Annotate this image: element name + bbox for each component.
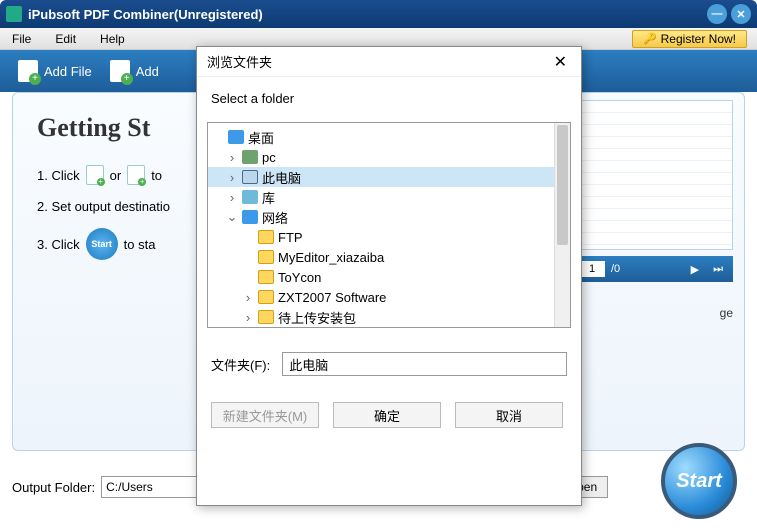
dialog-title: 浏览文件夹 [207,52,272,71]
expand-icon[interactable]: › [242,290,254,305]
step3-text-a: 3. Click [37,237,80,252]
add-folder-small-icon [127,165,145,185]
add-file-small-icon [86,165,104,185]
tree-node-label: 此电脑 [262,168,301,187]
expand-icon[interactable]: › [242,310,254,325]
add-folder-button[interactable]: Add [110,60,159,82]
merge-label: ge [573,306,733,320]
folder-icon [258,250,274,264]
folder-icon [242,190,258,204]
folder-field-label: 文件夹(F): [211,355,270,374]
menu-edit[interactable]: Edit [43,32,88,46]
close-window-button[interactable]: ✕ [731,4,751,24]
ok-button[interactable]: 确定 [333,402,441,428]
step2-text: 2. Set output destinatio [37,199,170,214]
register-button[interactable]: 🔑 Register Now! [632,30,747,48]
preview-lines [573,100,733,250]
add-file-icon [18,60,38,82]
tree-node-label: ToYcon [278,270,321,285]
page-total: /0 [611,263,620,275]
folder-icon [258,290,274,304]
scrollbar-thumb[interactable] [557,125,568,245]
folder-icon [242,210,258,224]
tree-scrollbar[interactable] [554,123,570,327]
folder-tree[interactable]: 桌面›pc›此电脑›库⌄网络FTPMyEditor_xiazaibaToYcon… [207,122,571,328]
tree-node[interactable]: › pc [208,147,570,167]
dialog-subtitle: Select a folder [197,77,581,116]
folder-icon [228,130,244,144]
play-icon[interactable]: ▶ [687,263,703,276]
folder-row: 文件夹(F): [197,334,581,376]
tree-node-label: pc [262,150,276,165]
folder-icon [242,170,258,184]
expand-icon[interactable]: › [226,190,238,205]
cancel-button[interactable]: 取消 [455,402,563,428]
tree-node-label: 库 [262,188,275,207]
register-label: Register Now! [661,32,736,46]
add-file-label: Add File [44,64,92,79]
tree-node[interactable]: ToYcon [208,267,570,287]
expand-icon[interactable]: › [226,150,238,165]
tree-node[interactable]: FTP [208,227,570,247]
browse-folder-dialog: 浏览文件夹 ✕ Select a folder 桌面›pc›此电脑›库⌄网络FT… [196,46,582,506]
expand-icon[interactable]: ⌄ [226,209,238,225]
page-nav: /0 ▶ ⏭ [573,256,733,282]
page-input[interactable] [579,261,605,277]
folder-field-input[interactable] [282,352,567,376]
app-title: iPubsoft PDF Combiner(Unregistered) [28,7,263,22]
tree-node-label: 桌面 [248,128,274,147]
step1-text-a: 1. Click [37,168,80,183]
new-folder-button[interactable]: 新建文件夹(M) [211,402,319,428]
start-button[interactable]: Start [661,443,737,519]
tree-node[interactable]: 桌面 [208,127,570,147]
tree-node-label: ZXT2007 Software [278,290,386,305]
output-label: Output Folder: [12,480,95,495]
next-icon[interactable]: ⏭ [709,263,727,276]
add-folder-icon [110,60,130,82]
folder-icon [258,270,274,284]
key-icon: 🔑 [643,32,657,45]
menu-file[interactable]: File [0,32,43,46]
tree-node-label: FTP [278,230,303,245]
tree-node[interactable]: ⌄ 网络 [208,207,570,227]
step3-text-b: to sta [124,237,156,252]
tree-node-label: 网络 [262,208,288,227]
add-file-button[interactable]: Add File [18,60,92,82]
app-logo-icon [6,6,22,22]
dialog-close-button[interactable]: ✕ [550,52,571,72]
step1-text-b: to [151,168,162,183]
tree-node[interactable]: › 待上传安装包 [208,307,570,327]
tree-node-label: MyEditor_xiazaiba [278,250,384,265]
folder-icon [258,310,274,324]
add-folder-label: Add [136,64,159,79]
start-pill-icon: Start [86,228,118,260]
tree-node[interactable]: › 此电脑 [208,167,570,187]
expand-icon[interactable]: › [226,170,238,185]
preview-panel: /0 ▶ ⏭ ge [573,100,733,320]
folder-icon [258,230,274,244]
folder-icon [242,150,258,164]
menu-help[interactable]: Help [88,32,137,46]
tree-node[interactable]: › ZXT2007 Software [208,287,570,307]
titlebar: iPubsoft PDF Combiner(Unregistered) — ✕ [0,0,757,28]
tree-node[interactable]: MyEditor_xiazaiba [208,247,570,267]
tree-node-label: 待上传安装包 [278,308,356,327]
minimize-button[interactable]: — [707,4,727,24]
dialog-titlebar: 浏览文件夹 ✕ [197,47,581,77]
tree-node[interactable]: ›库 [208,187,570,207]
step1-or: or [110,168,122,183]
